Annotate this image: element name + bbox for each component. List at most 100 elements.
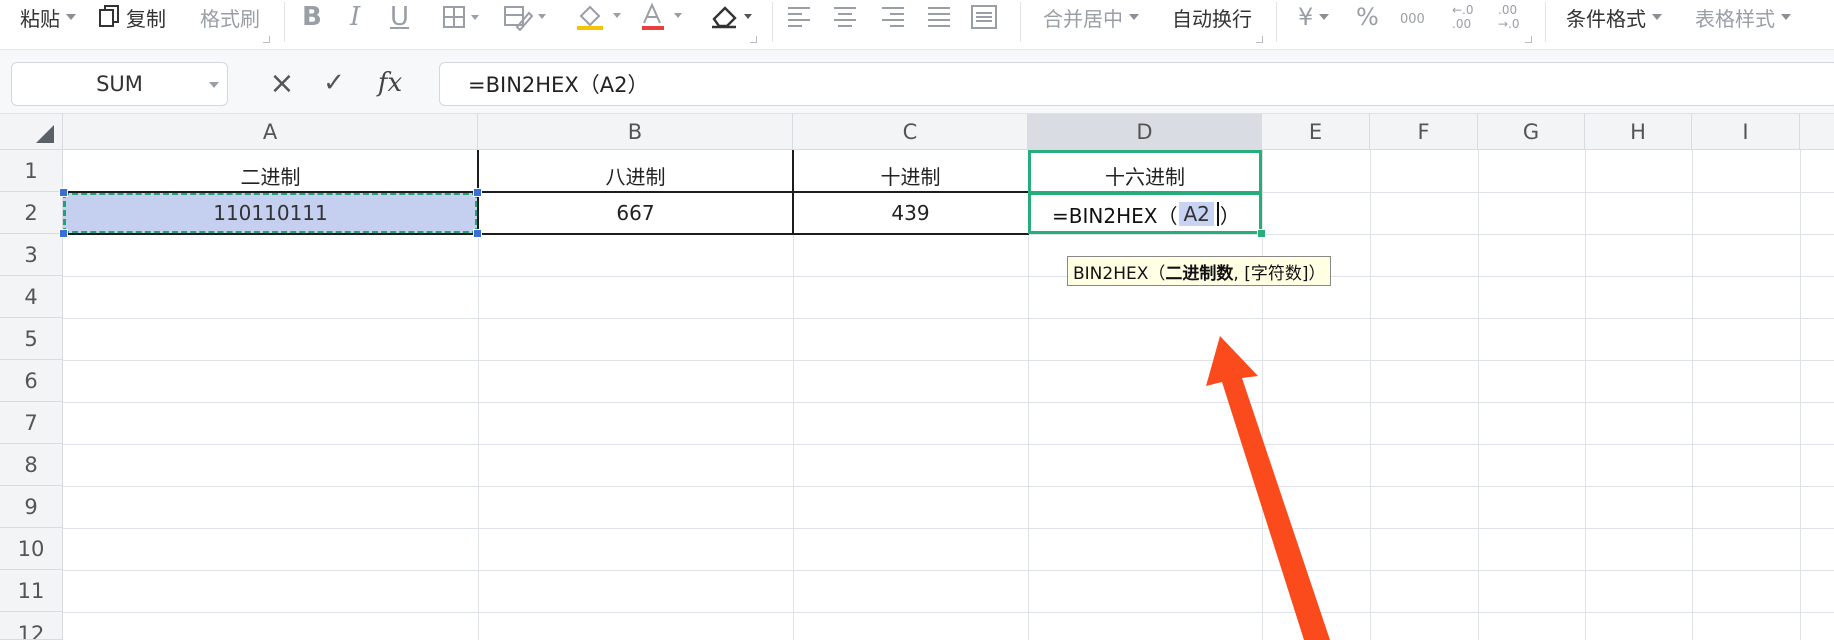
ribbon-toolbar: 粘贴 复制 格式刷 B I U 合并居中 自动换行 ¥ % 000 ←.0 .0… (0, 0, 1834, 50)
row-header-6[interactable]: 6 (0, 360, 63, 402)
column-header-g[interactable]: G (1478, 114, 1585, 150)
cell-b2[interactable]: 667 (478, 192, 793, 234)
gridline (1370, 150, 1371, 640)
group-launcher[interactable] (750, 36, 757, 43)
formula-reference: A2 (1179, 202, 1214, 226)
spreadsheet-grid: A B C D E F G H I 1 2 3 4 5 6 7 8 9 10 1… (0, 114, 1834, 640)
row-header-11[interactable]: 11 (0, 570, 63, 612)
range-handle[interactable] (473, 229, 482, 238)
fill-color-icon[interactable] (575, 0, 625, 34)
align-left-icon[interactable] (786, 0, 812, 34)
font-color-icon[interactable] (640, 0, 686, 34)
cell-d2-editor[interactable]: =BIN2HEX（ A2） (1052, 199, 1240, 229)
chevron-down-icon (1129, 14, 1139, 20)
borders-icon[interactable] (442, 0, 482, 34)
column-header-j[interactable] (1800, 114, 1834, 150)
row-header-5[interactable]: 5 (0, 318, 63, 360)
table-style-button[interactable]: 表格样式 (1695, 0, 1791, 34)
column-header-b[interactable]: B (478, 114, 793, 150)
select-all-button[interactable] (0, 114, 63, 150)
column-header-e[interactable]: E (1262, 114, 1370, 150)
gridline (1585, 150, 1586, 640)
cell-d1[interactable]: 十六进制 (1028, 150, 1262, 192)
gridline (1692, 150, 1693, 640)
chevron-down-icon (1319, 14, 1330, 20)
wrap-text-button[interactable]: 自动换行 (1172, 0, 1252, 34)
insert-function-button[interactable]: fx (370, 66, 410, 100)
justify-icon[interactable] (926, 0, 952, 34)
chevron-down-icon (209, 82, 219, 88)
distributed-icon[interactable] (970, 0, 998, 34)
row-header-9[interactable]: 9 (0, 486, 63, 528)
decrease-decimal-button[interactable]: ←.0 .00 (1452, 0, 1486, 34)
row-header-8[interactable]: 8 (0, 444, 63, 486)
range-handle[interactable] (59, 229, 68, 238)
group-launcher[interactable] (1256, 36, 1263, 43)
chevron-down-icon (1652, 14, 1662, 20)
currency-button[interactable]: ¥ (1298, 0, 1330, 34)
row-header-7[interactable]: 7 (0, 402, 63, 444)
formula-bar: SUM × ✓ fx =BIN2HEX（A2） (0, 50, 1834, 114)
column-header-i[interactable]: I (1692, 114, 1800, 150)
underline-button[interactable]: U (390, 0, 409, 34)
gridline (1262, 150, 1263, 640)
clear-format-icon[interactable] (708, 0, 756, 34)
gridline (63, 486, 1834, 487)
group-launcher[interactable] (263, 36, 270, 43)
conditional-format-button[interactable]: 条件格式 (1566, 0, 1662, 34)
italic-button[interactable]: I (350, 0, 360, 34)
row-header-12[interactable]: 12 (0, 612, 63, 640)
align-right-icon[interactable] (880, 0, 906, 34)
range-handle[interactable] (59, 188, 68, 197)
gridline (63, 318, 1834, 319)
confirm-button[interactable]: ✓ (317, 66, 351, 100)
cell-a1[interactable]: 二进制 (63, 150, 478, 192)
name-box[interactable]: SUM (11, 62, 228, 106)
cell-a2[interactable]: 110110111 (63, 192, 478, 234)
column-header-c[interactable]: C (793, 114, 1028, 150)
column-header-d[interactable]: D (1028, 114, 1262, 150)
cell-b1[interactable]: 八进制 (478, 150, 793, 192)
range-handle[interactable] (473, 188, 482, 197)
separator (1020, 2, 1021, 42)
gridline (1478, 150, 1479, 640)
thousands-separator-button[interactable]: 000 (1400, 2, 1425, 36)
group-launcher[interactable] (1525, 36, 1532, 43)
merge-center-button[interactable]: 合并居中 (1043, 0, 1139, 34)
gridline (63, 360, 1834, 361)
separator (1276, 2, 1277, 42)
fill-handle[interactable] (1257, 229, 1266, 238)
cell-style-icon[interactable] (503, 0, 549, 34)
separator (1545, 2, 1546, 42)
copy-icon (98, 0, 122, 34)
column-header-f[interactable]: F (1370, 114, 1478, 150)
column-header-h[interactable]: H (1585, 114, 1692, 150)
percent-button[interactable]: % (1356, 0, 1379, 34)
chevron-down-icon (66, 14, 76, 20)
row-header-1[interactable]: 1 (0, 150, 63, 192)
gridline (63, 402, 1834, 403)
chevron-down-icon (1781, 14, 1791, 20)
gridline (63, 528, 1834, 529)
bold-button[interactable]: B (302, 0, 322, 34)
formula-input[interactable]: =BIN2HEX（A2） (439, 62, 1834, 106)
cell-c1[interactable]: 十进制 (793, 150, 1028, 192)
gridline (63, 570, 1834, 571)
format-painter-button[interactable]: 格式刷 (200, 0, 260, 34)
paste-button[interactable]: 粘贴 (20, 0, 76, 34)
row-header-3[interactable]: 3 (0, 234, 63, 276)
row-header-4[interactable]: 4 (0, 276, 63, 318)
gridline (63, 444, 1834, 445)
align-center-icon[interactable] (832, 0, 858, 34)
select-all-triangle-icon (36, 125, 54, 143)
separator (772, 2, 773, 42)
column-header-a[interactable]: A (63, 114, 478, 150)
cell-c2[interactable]: 439 (793, 192, 1028, 234)
cancel-button[interactable]: × (265, 66, 299, 101)
increase-decimal-button[interactable]: .00 →.0 (1498, 0, 1532, 34)
row-header-10[interactable]: 10 (0, 528, 63, 570)
row-header-2[interactable]: 2 (0, 192, 63, 234)
gridline (1800, 150, 1801, 640)
copy-button[interactable]: 复制 (126, 0, 166, 34)
text-cursor (1216, 202, 1219, 226)
